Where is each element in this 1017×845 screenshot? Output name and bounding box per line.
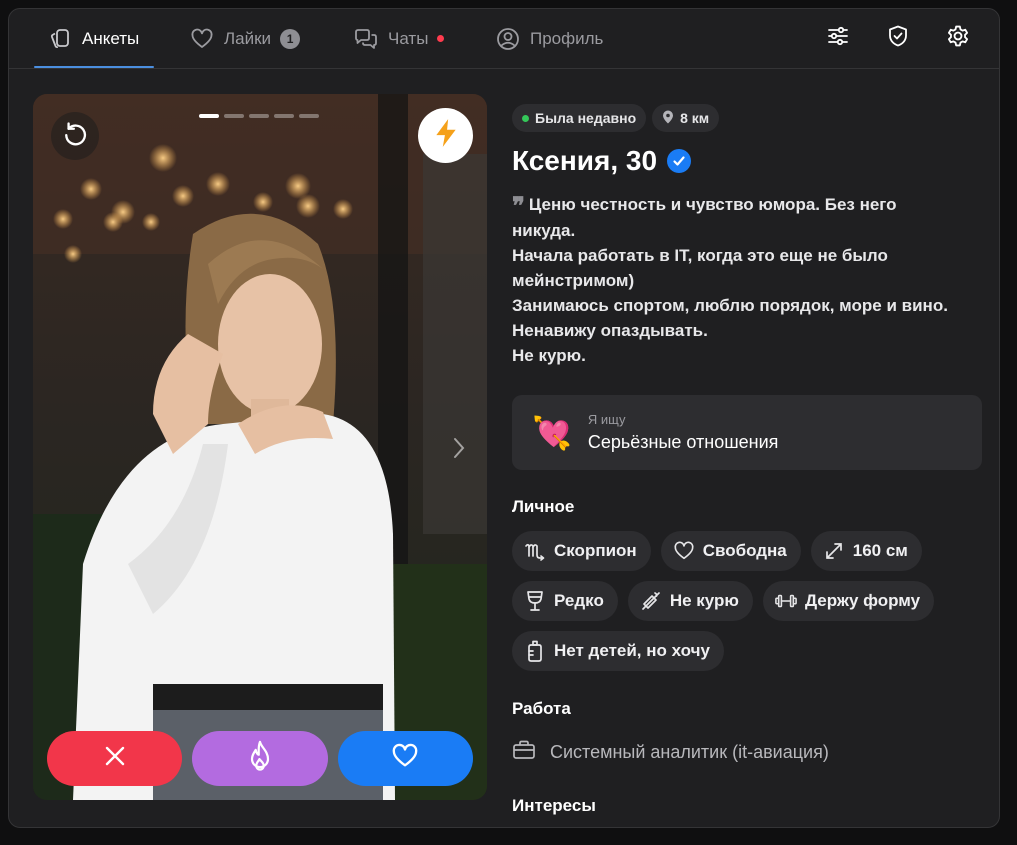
- heart-outline-icon: [390, 742, 420, 775]
- bio-line: Ненавижу опаздывать.: [512, 321, 708, 340]
- tag-label: Держу форму: [804, 591, 921, 610]
- flame-icon: [245, 740, 275, 777]
- profile-name: Ксения, 30: [512, 145, 658, 176]
- bio-line: никуда.: [512, 221, 576, 240]
- bio-line: мейнстримом): [512, 271, 635, 290]
- expand-arrows-icon: [823, 540, 845, 562]
- profile-bio: ❞ Ценю честность и чувство юмора. Без нег…: [512, 192, 982, 368]
- verified-icon: [667, 149, 692, 173]
- card-actions: [47, 731, 473, 786]
- tab-label: Профиль: [530, 28, 604, 48]
- pager-dot: [224, 114, 244, 118]
- personal-tags: Скорпион Свободна 160 см Редко Не курю Д…: [512, 531, 952, 671]
- status-row: Была недавно 8 км: [512, 104, 982, 132]
- tab-label: Лайки: [224, 28, 272, 48]
- work-text: Системный аналитик (it-авиация): [550, 742, 829, 762]
- unread-dot: [437, 35, 445, 42]
- tag-height: 160 см: [810, 531, 922, 571]
- bio-line: Начала работать в IT, когда это еще не б…: [512, 246, 888, 265]
- tag-fitness: Держу форму: [762, 581, 935, 621]
- top-nav: Анкеты Лайки 1 Чаты Профиль: [9, 9, 999, 69]
- superlike-button[interactable]: [192, 731, 328, 786]
- close-icon: [103, 744, 127, 773]
- online-dot: [522, 114, 529, 122]
- profile-photo: [33, 94, 487, 800]
- filters-button[interactable]: [825, 25, 851, 51]
- looking-for-card: 💘 Я ищу Серьёзные отношения: [512, 395, 982, 470]
- tab-profiles[interactable]: Анкеты: [47, 9, 139, 68]
- distance-badge: 8 км: [652, 104, 720, 132]
- tag-smoking: Не курю: [627, 581, 753, 621]
- tag-label: Скорпион: [554, 541, 637, 560]
- bio-line: Не курю.: [512, 346, 586, 365]
- baby-bottle-icon: [524, 640, 546, 662]
- briefcase-icon: [512, 739, 536, 766]
- likes-count-badge: 1: [280, 28, 301, 49]
- tag-relationship: Свободна: [660, 531, 801, 571]
- filters-icon: [826, 24, 850, 53]
- boost-button[interactable]: [418, 108, 473, 163]
- heart-outline-icon: [673, 540, 695, 562]
- like-button[interactable]: [337, 731, 473, 786]
- dumbbell-icon: [775, 590, 797, 612]
- profile-photo-card[interactable]: [33, 94, 487, 800]
- rewind-icon: [61, 120, 89, 153]
- tab-label: Чаты: [388, 28, 429, 48]
- app-window: Анкеты Лайки 1 Чаты Профиль Была недавно…: [8, 8, 1000, 828]
- gear-icon: [945, 23, 971, 54]
- quote-icon: ❞: [512, 191, 525, 220]
- tag-label: Редко: [554, 591, 604, 610]
- interests-section-title: Интересы: [512, 796, 596, 815]
- work-section-title: Работа: [512, 699, 571, 718]
- scorpio-icon: [524, 540, 546, 562]
- profile-info: Была недавно 8 км Ксения, 30 ❞ Ценю честн…: [512, 104, 982, 816]
- tag-kids: Нет детей, но хочу: [512, 631, 724, 671]
- dislike-button[interactable]: [47, 731, 183, 786]
- active-tab-indicator: [34, 66, 154, 68]
- status-text: Была недавно: [535, 110, 637, 126]
- photo-pager: [199, 114, 319, 118]
- looking-for-label: Я ищу: [587, 412, 626, 427]
- tab-likes[interactable]: Лайки 1: [189, 9, 301, 68]
- user-circle-icon: [495, 26, 521, 52]
- bio-line: Ценю честность и чувство юмора. Без него: [528, 195, 897, 214]
- tag-label: Нет детей, но хочу: [554, 641, 710, 660]
- tag-alcohol: Редко: [512, 581, 618, 621]
- name-row: Ксения, 30: [512, 144, 982, 178]
- safety-button[interactable]: [885, 25, 911, 51]
- chevron-right-icon: [452, 436, 466, 465]
- rewind-button[interactable]: [51, 112, 99, 160]
- personal-section-title: Личное: [512, 497, 575, 516]
- tab-chats[interactable]: Чаты: [353, 9, 445, 68]
- shield-check-icon: [886, 24, 910, 53]
- location-pin-icon: [662, 110, 674, 127]
- chat-bubbles-icon: [353, 26, 379, 52]
- wine-glass-icon: [524, 590, 546, 612]
- heart-arrow-icon: 💘: [532, 414, 572, 451]
- pager-dot: [299, 114, 319, 118]
- online-status-badge: Была недавно: [512, 104, 647, 132]
- distance-text: 8 км: [680, 110, 710, 126]
- settings-button[interactable]: [945, 25, 971, 51]
- tab-my-profile[interactable]: Профиль: [495, 9, 603, 68]
- heart-outline-icon: [189, 26, 215, 52]
- work-row: Системный аналитик (it-авиация): [512, 739, 982, 766]
- tag-zodiac: Скорпион: [512, 531, 651, 571]
- lightning-icon: [433, 118, 459, 153]
- tag-label: Не курю: [669, 591, 739, 610]
- no-smoking-icon: [640, 590, 662, 612]
- tab-label: Анкеты: [82, 28, 140, 48]
- looking-for-value: Серьёзные отношения: [587, 432, 779, 452]
- next-photo-button[interactable]: [449, 436, 469, 464]
- pager-dot: [249, 114, 269, 118]
- tag-label: Свободна: [702, 541, 787, 560]
- pager-dot-active: [199, 114, 219, 118]
- pager-dot: [274, 114, 294, 118]
- tag-label: 160 см: [852, 541, 908, 560]
- bio-line: Занимаюсь спортом, люблю порядок, море и…: [512, 296, 948, 315]
- cards-icon: [47, 26, 73, 52]
